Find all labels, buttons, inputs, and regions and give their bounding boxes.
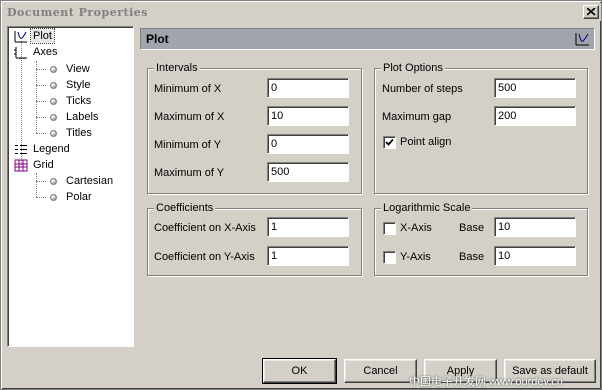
panel-header: Plot <box>140 28 595 50</box>
coefficient-y-label: Coefficient on Y-Axis <box>154 251 255 263</box>
plot-options-group-title: Plot Options <box>381 61 445 75</box>
cancel-button[interactable]: Cancel <box>344 359 417 383</box>
logarithmic-scale-group: Logarithmic Scale X-Axis Base Y-Axis Bas… <box>374 201 588 276</box>
x-axis-log-label: X-Axis <box>400 222 432 234</box>
tree-connector <box>36 173 37 197</box>
tree-item-label: Polar <box>66 191 92 203</box>
tree-item-label: Grid <box>33 159 54 171</box>
y-axis-log-label: Y-Axis <box>400 251 431 263</box>
max-y-input[interactable] <box>267 162 349 182</box>
coefficient-x-label: Coefficient on X-Axis <box>154 222 256 234</box>
bullet-icon <box>50 98 57 105</box>
bullet-icon <box>50 66 57 73</box>
watermark: 中国电子开发网 www.ourdev.cn <box>409 376 563 388</box>
bullet-icon <box>50 178 57 185</box>
grid-icon <box>14 159 28 172</box>
coefficients-group: Coefficients Coefficient on X-Axis Coeff… <box>147 201 362 276</box>
coefficient-x-input[interactable] <box>267 217 349 237</box>
bullet-icon <box>50 114 57 121</box>
maximum-gap-input[interactable] <box>494 106 576 126</box>
tree-item-label: Axes <box>33 46 58 58</box>
tree-item-label: Titles <box>66 127 92 139</box>
plot-options-group: Plot Options Number of steps Maximum gap… <box>374 61 588 194</box>
x-base-input[interactable] <box>494 217 576 237</box>
intervals-group-title: Intervals <box>154 61 200 75</box>
x-base-label: Base <box>459 222 485 234</box>
tree-item-label: Style <box>66 79 91 91</box>
panel-title: Plot <box>146 32 169 46</box>
coefficients-group-title: Coefficients <box>154 201 216 215</box>
y-axis-log-checkbox[interactable] <box>383 251 396 264</box>
close-icon <box>587 8 596 16</box>
close-button[interactable] <box>583 5 599 19</box>
number-of-steps-label: Number of steps <box>382 83 463 95</box>
tree-connector <box>36 133 46 134</box>
max-y-label: Maximum of Y <box>154 167 225 179</box>
properties-tree[interactable]: Plot Axes View Style Ticks Labels Titles… <box>7 26 134 347</box>
intervals-group: Intervals Minimum of X Maximum of X Mini… <box>147 61 362 194</box>
document-properties-dialog: Document Properties Plot Axes View Style… <box>0 0 602 390</box>
tree-item-label: Cartesian <box>66 175 114 187</box>
tree-connector <box>36 69 46 70</box>
min-x-input[interactable] <box>267 78 349 98</box>
tree-item-label: View <box>66 63 90 75</box>
title-bar[interactable]: Document Properties <box>3 3 601 21</box>
coefficient-y-input[interactable] <box>267 246 349 266</box>
tree-item-label: Plot <box>30 28 55 44</box>
plot-icon <box>14 31 27 43</box>
maximum-gap-label: Maximum gap <box>382 111 452 123</box>
max-x-label: Maximum of X <box>154 111 225 123</box>
tree-connector <box>36 197 46 198</box>
tree-connector <box>36 101 46 102</box>
point-align-label: Point align <box>400 136 452 148</box>
bullet-icon <box>50 82 57 89</box>
bullet-icon <box>50 194 57 201</box>
point-align-checkbox[interactable] <box>383 136 396 149</box>
axes-icon <box>14 47 27 59</box>
tree-connector <box>36 85 46 86</box>
ok-button[interactable]: OK <box>262 358 337 384</box>
min-x-label: Minimum of X <box>154 83 222 95</box>
max-x-input[interactable] <box>267 106 349 126</box>
tree-item-label: Legend <box>33 143 70 155</box>
y-base-label: Base <box>459 251 485 263</box>
bullet-icon <box>50 130 57 137</box>
min-y-label: Minimum of Y <box>154 139 222 151</box>
window-title: Document Properties <box>7 6 148 19</box>
number-of-steps-input[interactable] <box>494 78 576 98</box>
tree-connector <box>36 181 46 182</box>
tree-connector <box>36 61 37 133</box>
min-y-input[interactable] <box>267 134 349 154</box>
plot-icon <box>575 33 589 46</box>
tree-item-label: Labels <box>66 111 99 123</box>
tree-item-label: Ticks <box>66 95 92 107</box>
logarithmic-scale-group-title: Logarithmic Scale <box>381 201 473 215</box>
x-axis-log-checkbox[interactable] <box>383 222 396 235</box>
legend-icon <box>15 145 27 154</box>
checkmark-icon <box>385 138 394 146</box>
tree-connector <box>36 117 46 118</box>
y-base-input[interactable] <box>494 246 576 266</box>
